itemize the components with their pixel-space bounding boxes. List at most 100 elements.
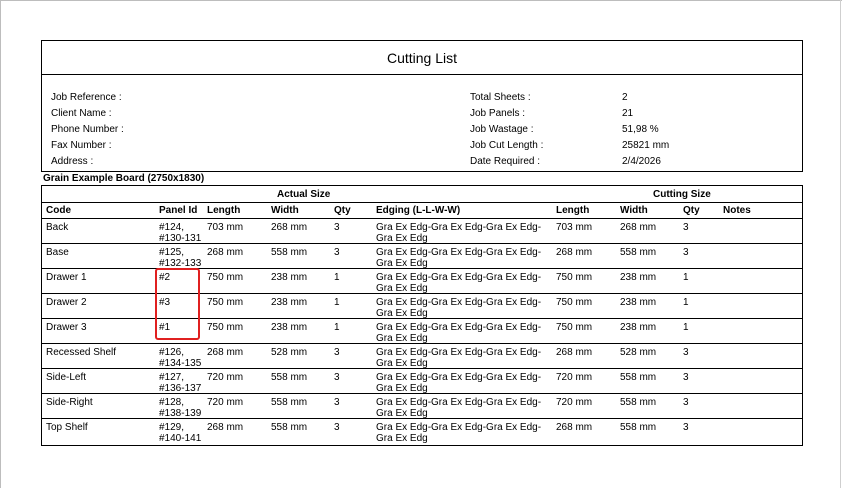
cell-panel-id: #126, #134-135 — [159, 347, 202, 369]
cell-cut-width: 528 mm — [620, 347, 657, 358]
table-row: Side-Left #127, #136-137 720 mm 558 mm 3 Gra … — [42, 369, 802, 394]
cell-width: 238 mm — [271, 297, 308, 308]
column-header-edging: Edging (L-L-W-W) — [376, 205, 461, 216]
cell-code: Drawer 3 — [46, 322, 87, 333]
page-edge — [0, 0, 842, 1]
info-label: Job Panels : — [470, 108, 526, 119]
cell-cut-qty: 3 — [683, 222, 689, 233]
cell-cut-qty: 3 — [683, 372, 689, 383]
cell-cut-qty: 3 — [683, 247, 689, 258]
cell-code: Recessed Shelf — [46, 347, 117, 358]
cell-cut-width: 238 mm — [620, 322, 657, 333]
cell-qty: 3 — [334, 422, 340, 433]
cell-length: 750 mm — [207, 322, 244, 333]
column-header-notes: Notes — [723, 205, 751, 216]
info-label: Phone Number : — [51, 124, 124, 135]
cell-cut-qty: 3 — [683, 397, 689, 408]
cell-code: Side-Right — [46, 397, 93, 408]
cell-cut-qty: 1 — [683, 297, 689, 308]
info-label: Job Wastage : — [470, 124, 534, 135]
cell-cut-width: 558 mm — [620, 372, 657, 383]
cell-cut-width: 238 mm — [620, 272, 657, 283]
cell-edging: Gra Ex Edg-Gra Ex Edg-Gra Ex Edg-Gra Ex … — [376, 322, 542, 344]
cell-edging: Gra Ex Edg-Gra Ex Edg-Gra Ex Edg-Gra Ex … — [376, 247, 542, 269]
page-edge — [0, 0, 1, 488]
cell-cut-length: 268 mm — [556, 422, 593, 433]
cell-cut-qty: 1 — [683, 322, 689, 333]
cell-qty: 1 — [334, 322, 340, 333]
cell-qty: 1 — [334, 272, 340, 283]
cell-code: Top Shelf — [46, 422, 88, 433]
info-label: Client Name : — [51, 108, 112, 119]
info-label: Job Cut Length : — [470, 140, 544, 151]
cell-length: 268 mm — [207, 422, 244, 433]
column-header-length: Length — [207, 205, 241, 216]
cell-cut-width: 558 mm — [620, 422, 657, 433]
board-title: Grain Example Board (2750x1830) — [43, 173, 205, 184]
cell-cut-qty: 3 — [683, 347, 689, 358]
cell-cut-width: 268 mm — [620, 222, 657, 233]
cell-code: Back — [46, 222, 69, 233]
cell-edging: Gra Ex Edg-Gra Ex Edg-Gra Ex Edg-Gra Ex … — [376, 222, 542, 244]
cell-cut-length: 720 mm — [556, 397, 593, 408]
cell-width: 238 mm — [271, 322, 308, 333]
info-value: 51,98 % — [622, 124, 659, 135]
cell-code: Drawer 2 — [46, 297, 87, 308]
cell-width: 558 mm — [271, 372, 308, 383]
cell-panel-id: #124, #130-131 — [159, 222, 202, 244]
cell-length: 268 mm — [207, 247, 244, 258]
table-row: Side-Right #128, #138-139 720 mm 558 mm 3 Gra… — [42, 394, 802, 419]
cell-length: 750 mm — [207, 297, 244, 308]
highlight-box — [155, 268, 200, 340]
cell-code: Side-Left — [46, 372, 87, 383]
table-row: Base #125, #132-133 268 mm 558 mm 3 Gra Ex Ed… — [42, 244, 802, 269]
cell-cut-length: 703 mm — [556, 222, 593, 233]
cell-cut-length: 268 mm — [556, 247, 593, 258]
cell-cut-length: 750 mm — [556, 322, 593, 333]
cell-width: 558 mm — [271, 247, 308, 258]
info-label: Job Reference : — [51, 92, 122, 103]
document-title: Cutting List — [41, 40, 803, 75]
cell-cut-length: 720 mm — [556, 372, 593, 383]
column-header-width: Width — [271, 205, 299, 216]
cell-edging: Gra Ex Edg-Gra Ex Edg-Gra Ex Edg-Gra Ex … — [376, 347, 542, 369]
cell-qty: 1 — [334, 297, 340, 308]
cell-cut-width: 558 mm — [620, 397, 657, 408]
cell-cut-width: 238 mm — [620, 297, 657, 308]
info-label: Total Sheets : — [470, 92, 531, 103]
column-header-cut-length: Length — [556, 205, 590, 216]
cell-edging: Gra Ex Edg-Gra Ex Edg-Gra Ex Edg-Gra Ex … — [376, 272, 542, 294]
cell-edging: Gra Ex Edg-Gra Ex Edg-Gra Ex Edg-Gra Ex … — [376, 422, 542, 444]
cell-width: 558 mm — [271, 422, 308, 433]
cell-cut-qty: 1 — [683, 272, 689, 283]
cell-length: 268 mm — [207, 347, 244, 358]
cell-code: Drawer 1 — [46, 272, 87, 283]
cell-width: 238 mm — [271, 272, 308, 283]
info-label: Address : — [51, 156, 94, 167]
info-label: Fax Number : — [51, 140, 112, 151]
cell-edging: Gra Ex Edg-Gra Ex Edg-Gra Ex Edg-Gra Ex … — [376, 297, 542, 319]
cell-panel-id: #127, #136-137 — [159, 372, 202, 394]
info-value: 2 — [622, 92, 628, 103]
cell-length: 703 mm — [207, 222, 244, 233]
info-value: 25821 mm — [622, 140, 670, 151]
cell-cut-length: 268 mm — [556, 347, 593, 358]
cell-panel-id: #128, #138-139 — [159, 397, 202, 419]
table-row: Back #124, #130-131 703 mm 268 mm 3 Gra Ex Ed… — [42, 219, 802, 244]
cell-width: 558 mm — [271, 397, 308, 408]
cell-length: 750 mm — [207, 272, 244, 283]
cell-edging: Gra Ex Edg-Gra Ex Edg-Gra Ex Edg-Gra Ex … — [376, 372, 542, 394]
cell-edging: Gra Ex Edg-Gra Ex Edg-Gra Ex Edg-Gra Ex … — [376, 397, 542, 419]
cell-length: 720 mm — [207, 372, 244, 383]
group-header-actual: Actual Size — [277, 189, 331, 200]
cell-cut-length: 750 mm — [556, 272, 593, 283]
cell-code: Base — [46, 247, 69, 258]
cell-panel-id: #125, #132-133 — [159, 247, 202, 269]
cell-width: 268 mm — [271, 222, 308, 233]
info-value: 21 — [622, 108, 634, 119]
group-header-cutting: Cutting Size — [653, 189, 711, 200]
cell-qty: 3 — [334, 397, 340, 408]
column-header-code: Code — [46, 205, 71, 216]
cell-cut-length: 750 mm — [556, 297, 593, 308]
cell-qty: 3 — [334, 347, 340, 358]
